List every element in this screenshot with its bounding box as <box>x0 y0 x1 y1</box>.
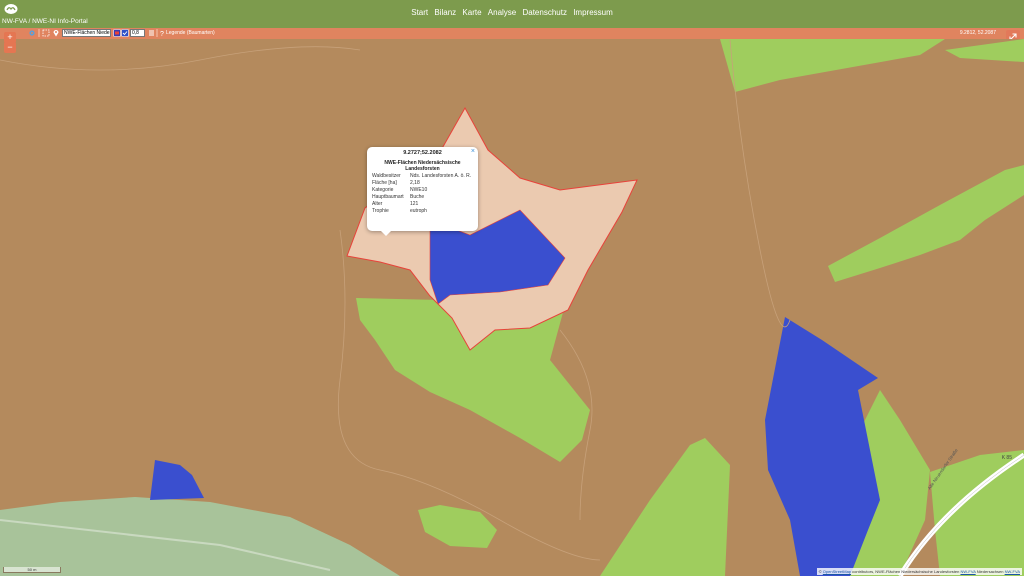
nav-bilanz[interactable]: Bilanz <box>434 8 456 17</box>
help-icon[interactable]: ? <box>159 29 165 37</box>
cursor-coordinates: 9.2812, 52.2087 <box>959 30 996 36</box>
svg-text:?: ? <box>160 31 164 37</box>
popup-title: NWE-Flächen Niedersächsische Landesforst… <box>384 160 461 172</box>
popup-coordinates: 9.2727;52.2082 <box>403 150 442 156</box>
nav-karte[interactable]: Karte <box>462 8 481 17</box>
attr-value: Buche <box>410 194 425 200</box>
site-title: NW-FVA / NWE-NI Info-Portal <box>2 18 88 25</box>
feature-info-popup: × 9.2727;52.2082 NWE-Flächen Niedersächs… <box>367 147 478 236</box>
legend-link[interactable]: Legende (Baumarten) <box>166 30 215 36</box>
attribution-text: contributors, NWE-Flächen Niedersächsisc… <box>852 569 960 574</box>
measure-icon[interactable] <box>42 29 50 37</box>
header-bar: NW-FVA / NWE-NI Info-Portal Start Bilanz… <box>0 0 1024 28</box>
map-toolbar: NWE-Flächen Nieders 0,8 ? Legende (Bauma… <box>0 28 1024 39</box>
copyright-symbol: © <box>818 569 822 574</box>
table-row: Trophie eutroph <box>372 208 472 216</box>
nwfva-link-2[interactable]: NW-FVA <box>1005 569 1020 574</box>
nav-analyse[interactable]: Analyse <box>488 8 516 17</box>
nav-datenschutz[interactable]: Datenschutz <box>522 8 566 17</box>
map-canvas[interactable]: K 85 Alte Neuendorfer Straße + − 50 m © … <box>0 32 1024 576</box>
layer-toggle-icon[interactable] <box>113 29 121 37</box>
map-layers: K 85 Alte Neuendorfer Straße <box>0 39 1024 576</box>
zoom-out-button[interactable]: − <box>4 42 16 53</box>
opacity-input[interactable]: 0,8 <box>130 29 145 37</box>
road-number-label: K 85 <box>1002 455 1013 461</box>
settings-gear-icon[interactable] <box>28 29 36 37</box>
layer-select[interactable]: NWE-Flächen Nieders <box>62 29 111 37</box>
toolbar-divider <box>156 29 158 37</box>
attribution-text-2: Niedersachsen <box>976 569 1004 574</box>
toolbar-divider <box>38 29 40 37</box>
map-attribution: © OpenStreetMap contributors, NWE-Fläche… <box>816 568 1022 575</box>
attr-value: eutroph <box>410 208 427 214</box>
popup-tip <box>381 231 391 236</box>
nwfva-link[interactable]: NW-FVA <box>960 569 975 574</box>
scale-bar: 50 m <box>3 567 61 573</box>
osm-link[interactable]: OpenStreetMap <box>823 569 851 574</box>
location-pin-icon[interactable] <box>52 29 60 37</box>
main-nav: Start Bilanz Karte Analyse Datenschutz I… <box>0 8 1024 17</box>
list-icon[interactable] <box>148 29 155 37</box>
layer-color-icon[interactable] <box>121 29 129 37</box>
popup-attributes: Waldbesitzer Nds. Landesforsten A. ö. R. … <box>372 173 472 216</box>
nav-start[interactable]: Start <box>411 8 428 17</box>
attr-key: Trophie <box>372 208 389 214</box>
table-row: Hauptbaumart Buche <box>372 194 472 202</box>
nav-impressum[interactable]: Impressum <box>573 8 613 17</box>
